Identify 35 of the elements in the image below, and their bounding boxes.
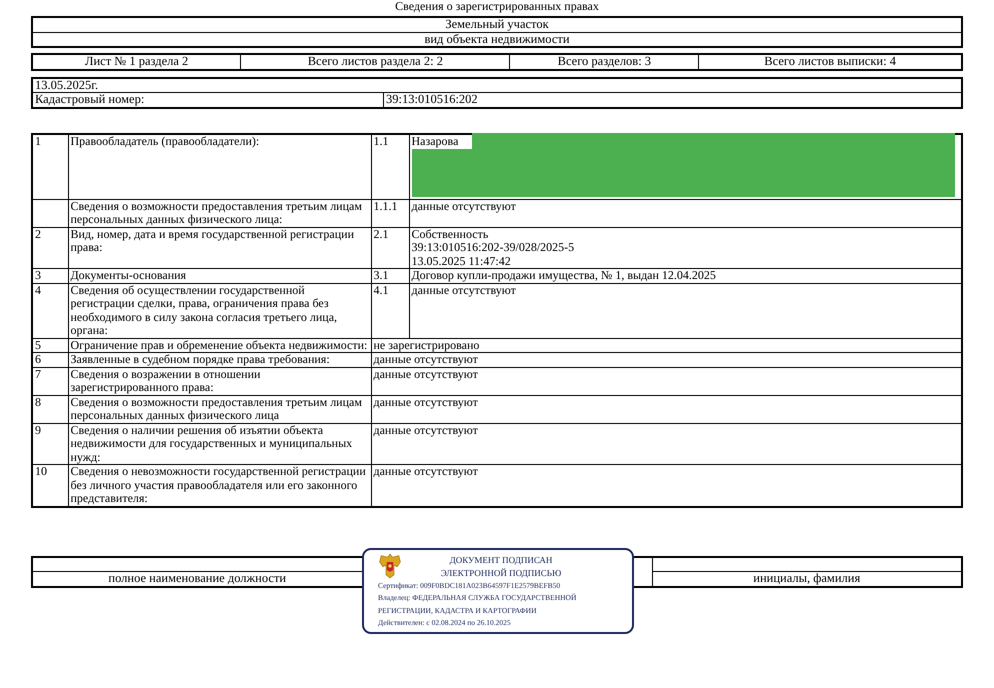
table-cell: Кадастровый номер: (32, 92, 384, 108)
table-cell: 4.1 (371, 283, 409, 338)
table-cell: Документы-основания (68, 268, 371, 283)
table-cell: Правообладатель (правообладатели): (68, 134, 371, 199)
table-cell: 6 (32, 352, 68, 367)
table-cell: Сведения о невозможности государственной регистрации без личного участия правообладателя или его законного представителя: (68, 464, 371, 506)
table-cell: Ограничение прав и обременение объекта недвижимости: (68, 338, 371, 352)
table-cell: 1.1 (371, 134, 409, 199)
table-cell: 3 (32, 268, 68, 283)
table-cell: 2 (32, 227, 68, 268)
table-cell: 1 (32, 134, 68, 199)
table-cell: Собственность 39:13:010516:202-39/028/2025-5 13.05.2025 11:47:42 (409, 227, 962, 268)
table-cell: Вид, номер, дата и время государственной регистрации права: (68, 227, 371, 268)
table-cell: Договор купли-продажи имущества, № 1, выдан 12.04.2025 (409, 268, 962, 283)
section-title: Сведения о зарегистрированных правах (394, 0, 600, 13)
table-cell: Земельный участок (32, 17, 962, 32)
table-cell: Сведения о наличии решения об изъятии объекта недвижимости для государственных и муниципальных нужд: (68, 423, 371, 464)
table-cell: Сведения о возможности предоставления третьим лицам персональных данных физического лица: (68, 199, 371, 227)
table-cell: Сведения о возражении в отношении зарегистрированного права: (68, 367, 371, 395)
table-cell: Сведения о возможности предоставления третьим лицам персональных данных физического лица (68, 395, 371, 423)
table-cell: 4 (32, 283, 68, 338)
table-cell: 9 (32, 423, 68, 464)
emblem-icon (378, 552, 402, 580)
table-cell: 8 (32, 395, 68, 423)
table-cell: 5 (32, 338, 68, 352)
table-cell: Сведения об осуществлении государственной регистрации сделки, права, ограничения права без необходимого в силу закона согласия третьего лица, органа: (68, 283, 371, 338)
stamp-title: ЭЛЕКТРОННОЙ ПОДПИСЬЮ (440, 566, 562, 580)
table-cell: Назарова (409, 134, 962, 199)
table-cell: 13.05.2025г. (32, 78, 962, 92)
table-cell: Заявленные в судебном порядке права требования: (68, 352, 371, 367)
table-cell: 3.1 (371, 268, 409, 283)
table-cell: 2.1 (371, 227, 409, 268)
stamp-title: ДОКУМЕНТ ПОДПИСАН (448, 554, 554, 566)
table-cell: 1.1.1 (371, 199, 409, 227)
table-cell: 7 (32, 367, 68, 395)
